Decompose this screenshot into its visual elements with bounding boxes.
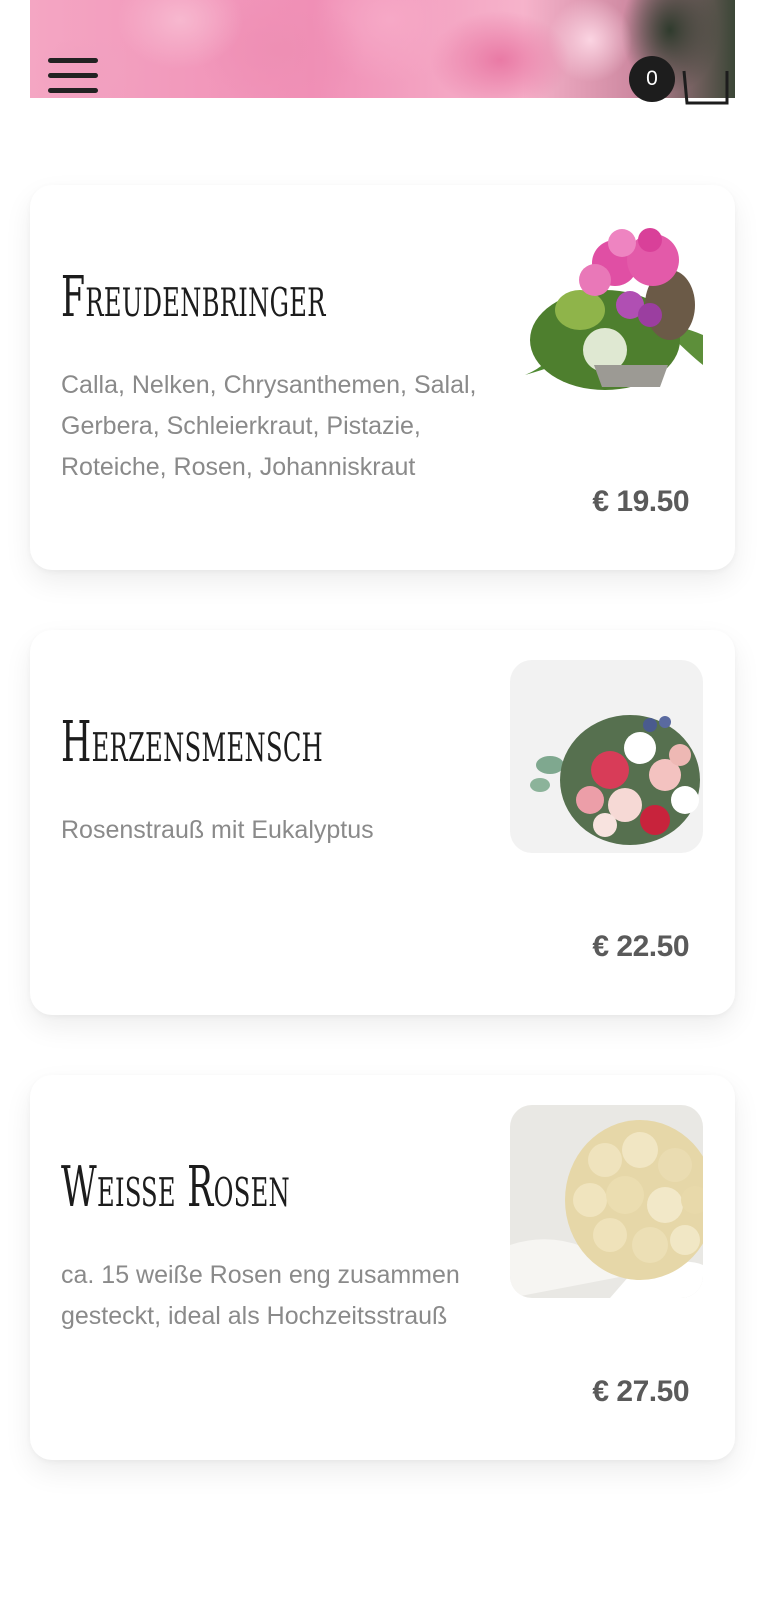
product-image xyxy=(510,1105,703,1298)
page: 0 Freudenbringer Calla, Nelken, Chrysant… xyxy=(0,0,780,1600)
product-card[interactable]: Weiße Rosen ca. 15 weiße Rosen eng zusam… xyxy=(30,1075,735,1460)
product-image xyxy=(510,215,703,408)
product-price: € 22.50 xyxy=(592,930,689,963)
product-description: ca. 15 weiße Rosen eng zusammen gesteckt… xyxy=(61,1261,460,1330)
product-description: Calla, Nelken, Chrysanthemen, Salal, Ger… xyxy=(61,371,477,481)
product-card[interactable]: Freudenbringer Calla, Nelken, Chrysanthe… xyxy=(30,185,735,570)
product-price: € 19.50 xyxy=(592,485,689,518)
product-title: Herzensmensch xyxy=(61,710,324,775)
cart-count-badge: 0 xyxy=(629,56,675,102)
product-image xyxy=(510,660,703,853)
product-card[interactable]: Herzensmensch Rosenstrauß mit Eukalyptus xyxy=(30,630,735,1015)
product-title: Freudenbringer xyxy=(61,265,326,330)
product-description: Rosenstrauß mit Eukalyptus xyxy=(61,816,374,844)
product-price: € 27.50 xyxy=(592,1375,689,1408)
cart-icon[interactable] xyxy=(681,69,731,106)
menu-icon[interactable] xyxy=(48,58,100,96)
product-title: Weiße Rosen xyxy=(61,1155,291,1220)
